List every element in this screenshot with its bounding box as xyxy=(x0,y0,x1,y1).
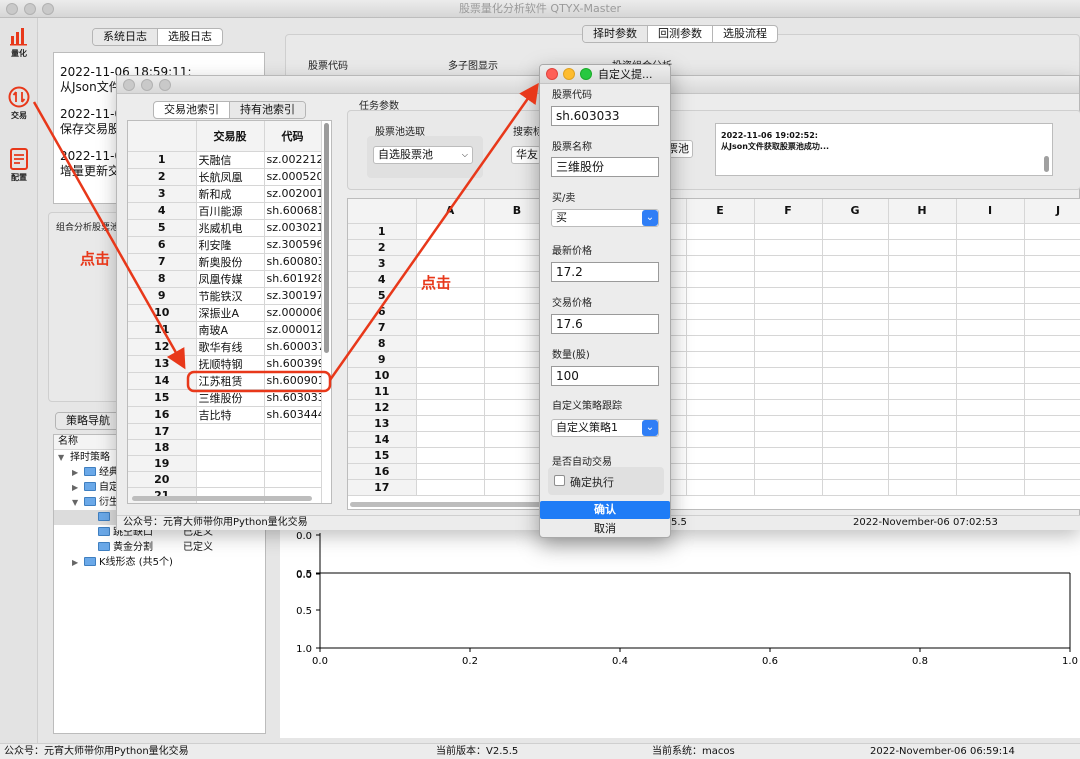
annotation-overlay xyxy=(32,82,539,393)
status-bar: 公众号：元宵大师带你用Python量化交易 当前版本：V2.5.5 当前系统：m… xyxy=(0,743,1080,759)
status-system: 当前系统：macos xyxy=(652,746,735,757)
annotation-arrow-left xyxy=(32,101,186,370)
status-time: 2022-November-06 06:59:14 xyxy=(870,746,1015,757)
highlight-selected-row xyxy=(186,370,332,393)
annotation-arrow-right xyxy=(328,82,539,381)
status-version: 当前版本：V2.5.5 xyxy=(436,746,519,757)
status-left: 公众号：元宵大师带你用Python量化交易 xyxy=(4,746,189,757)
